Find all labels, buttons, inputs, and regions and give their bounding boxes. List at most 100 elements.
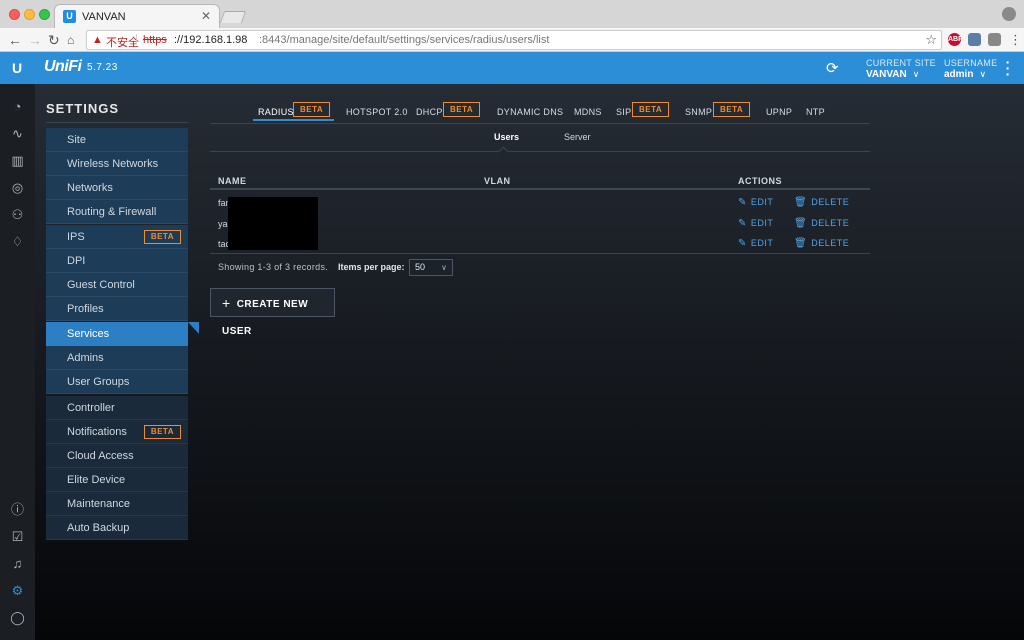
extension-icon[interactable] bbox=[968, 33, 981, 46]
more-options-icon[interactable]: · · · bbox=[1005, 55, 1011, 81]
tab-sip[interactable]: SIP bbox=[616, 107, 631, 117]
current-site-label: CURRENT SITE bbox=[866, 58, 936, 68]
tab-radius[interactable]: RADIUS bbox=[258, 107, 294, 117]
sidebar-item-elite-device[interactable]: Elite Device bbox=[46, 468, 188, 492]
window-close-button[interactable] bbox=[9, 9, 20, 20]
delete-button[interactable]: 🗑 DELETE bbox=[794, 238, 849, 249]
subtab-users[interactable]: Users bbox=[494, 132, 519, 142]
beta-badge: BETA bbox=[632, 102, 670, 117]
sidebar-item-dpi[interactable]: DPI bbox=[46, 249, 188, 273]
version-label: 5.7.23 bbox=[87, 62, 118, 73]
devices-icon[interactable]: ◎ bbox=[10, 180, 25, 195]
redaction-box bbox=[228, 197, 318, 250]
sidebar-item-user-groups[interactable]: User Groups bbox=[46, 370, 188, 394]
profile-icon[interactable] bbox=[1002, 7, 1016, 21]
beta-badge: BETA bbox=[443, 102, 481, 117]
bookmark-star-icon[interactable]: ☆ bbox=[925, 32, 937, 48]
sidebar-item-label: Maintenance bbox=[67, 498, 130, 510]
chat-icon[interactable]: ◯ bbox=[10, 610, 25, 625]
pencil-icon: ✎ bbox=[738, 197, 747, 208]
delete-label: DELETE bbox=[811, 238, 850, 248]
beta-badge: BETA bbox=[143, 230, 181, 244]
active-tab-indicator bbox=[253, 119, 334, 121]
sidebar-item-controller[interactable]: Controller bbox=[46, 396, 188, 420]
sidebar-item-label: Controller bbox=[67, 402, 115, 414]
left-nav-rail: ◔ ∿ ▥ ◎ ⚇ ♢ ⓘ ☑ ♫ ⚙ ◯ bbox=[0, 84, 35, 640]
settings-gear-icon[interactable]: ⚙ bbox=[10, 583, 25, 598]
sidebar-item-auto-backup[interactable]: Auto Backup bbox=[46, 516, 188, 540]
warning-icon[interactable]: ▲ bbox=[92, 34, 103, 46]
edit-button[interactable]: ✎ EDIT bbox=[738, 238, 773, 249]
trash-icon: 🗑 bbox=[794, 197, 808, 208]
browser-tab[interactable]: U VANVAN ✕ bbox=[54, 4, 220, 28]
tab-upnp[interactable]: UPNP bbox=[766, 107, 792, 117]
url-host: ://192.168.1.98 bbox=[174, 34, 248, 46]
browser-menu-icon[interactable]: ⋮ bbox=[1009, 32, 1022, 48]
sidebar-item-label: Wireless Networks bbox=[67, 158, 159, 170]
tab-ntp[interactable]: NTP bbox=[806, 107, 825, 117]
sidebar-item-cloud-access[interactable]: Cloud Access bbox=[46, 444, 188, 468]
create-new-user-button[interactable]: + CREATE NEW USER bbox=[210, 288, 335, 337]
tab-dynamic-dns[interactable]: DYNAMIC DNS bbox=[497, 107, 563, 117]
username-selector[interactable]: admin ∨ bbox=[944, 69, 986, 80]
edit-button[interactable]: ✎ EDIT bbox=[738, 218, 773, 229]
trash-icon: 🗑 bbox=[794, 218, 808, 229]
info-icon[interactable]: ⓘ bbox=[10, 502, 25, 517]
sidebar-item-services[interactable]: Services bbox=[46, 322, 188, 346]
tab-mdns[interactable]: MDNS bbox=[574, 107, 602, 117]
clients-icon[interactable]: ⚇ bbox=[10, 207, 25, 222]
divider bbox=[210, 123, 870, 124]
subtab-server[interactable]: Server bbox=[564, 132, 591, 142]
sidebar-item-notifications[interactable]: Notifications BETA bbox=[46, 420, 188, 444]
send-extension-icon[interactable] bbox=[988, 33, 1001, 46]
sidebar-item-guest-control[interactable]: Guest Control bbox=[46, 273, 188, 297]
items-per-page-select[interactable]: 50 ∨ bbox=[409, 259, 453, 276]
sidebar-item-label: Networks bbox=[67, 182, 113, 194]
sidebar-item-admins[interactable]: Admins bbox=[46, 346, 188, 370]
items-per-page-value: 50 bbox=[415, 262, 426, 272]
window-minimize-button[interactable] bbox=[24, 9, 35, 20]
back-icon[interactable]: ← bbox=[8, 31, 22, 49]
tab-dhcp[interactable]: DHCP bbox=[416, 107, 443, 117]
address-bar[interactable]: ▲ 不安全 | https ://192.168.1.98 :8443/mana… bbox=[86, 30, 942, 50]
beta-badge: BETA bbox=[143, 425, 181, 439]
map-icon[interactable]: ▥ bbox=[10, 153, 25, 168]
adblock-extension-icon[interactable]: ABP bbox=[948, 33, 963, 46]
sidebar-item-ips[interactable]: IPS BETA bbox=[46, 225, 188, 249]
column-header-vlan[interactable]: VLAN bbox=[484, 176, 511, 186]
tab-snmp[interactable]: SNMP bbox=[685, 107, 712, 117]
unifi-favicon-icon: U bbox=[63, 10, 76, 23]
beta-badge: BETA bbox=[293, 102, 331, 117]
sidebar-item-maintenance[interactable]: Maintenance bbox=[46, 492, 188, 516]
current-site-value: VANVAN bbox=[866, 69, 907, 80]
column-header-actions: ACTIONS bbox=[738, 176, 782, 186]
delete-button[interactable]: 🗑 DELETE bbox=[794, 218, 849, 229]
new-tab-button[interactable] bbox=[219, 11, 247, 23]
sidebar-item-wireless-networks[interactable]: Wireless Networks bbox=[46, 152, 188, 176]
plus-icon: + bbox=[222, 295, 231, 311]
sidebar-item-label: User Groups bbox=[67, 376, 130, 388]
refresh-icon[interactable]: ⟳ bbox=[826, 59, 839, 77]
alerts-bell-icon[interactable]: ♫ bbox=[10, 556, 25, 571]
delete-button[interactable]: 🗑 DELETE bbox=[794, 197, 849, 208]
column-header-name[interactable]: NAME bbox=[218, 176, 247, 186]
edit-button[interactable]: ✎ EDIT bbox=[738, 197, 773, 208]
tasks-icon[interactable]: ☑ bbox=[10, 529, 25, 544]
sidebar-item-networks[interactable]: Networks bbox=[46, 176, 188, 200]
sidebar-item-site[interactable]: Site bbox=[46, 128, 188, 152]
insights-icon[interactable]: ♢ bbox=[10, 234, 25, 249]
current-site-selector[interactable]: VANVAN ∨ bbox=[866, 69, 919, 80]
unifi-logo-icon[interactable]: U bbox=[9, 60, 25, 76]
url-path: :8443/manage/site/default/settings/servi… bbox=[259, 34, 550, 46]
statistics-icon[interactable]: ∿ bbox=[10, 126, 25, 141]
reload-icon[interactable]: ↻ bbox=[48, 31, 60, 49]
window-zoom-button[interactable] bbox=[39, 9, 50, 20]
sidebar-item-profiles[interactable]: Profiles bbox=[46, 297, 188, 321]
home-icon[interactable]: ⌂ bbox=[67, 31, 74, 49]
edit-label: EDIT bbox=[750, 197, 774, 207]
sidebar-item-routing-firewall[interactable]: Routing & Firewall bbox=[46, 200, 188, 224]
tab-hotspot[interactable]: HOTSPOT 2.0 bbox=[346, 107, 408, 117]
forward-icon[interactable]: → bbox=[28, 31, 42, 49]
close-tab-icon[interactable]: ✕ bbox=[201, 9, 211, 23]
dashboard-icon[interactable]: ◔ bbox=[10, 99, 25, 114]
